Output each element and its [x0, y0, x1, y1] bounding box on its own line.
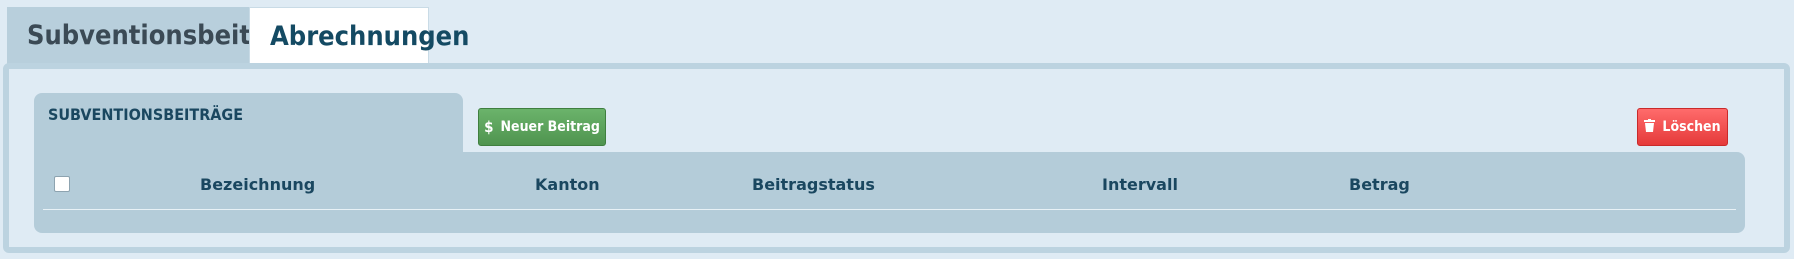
- column-header-beitragstatus[interactable]: Beitragstatus: [752, 175, 875, 194]
- tab-subventionsbeitraege[interactable]: Subventionsbeiträge: [7, 7, 313, 64]
- trash-icon: [1644, 118, 1656, 136]
- section-title: SUBVENTIONSBEITRÄGE: [48, 105, 244, 124]
- column-header-intervall[interactable]: Intervall: [1102, 175, 1178, 194]
- section-header: SUBVENTIONSBEITRÄGE: [34, 93, 463, 157]
- new-contribution-button[interactable]: $ Neuer Beitrag: [478, 108, 606, 146]
- tab-abrechnungen[interactable]: Abrechnungen: [249, 7, 469, 64]
- content-panel: SUBVENTIONSBEITRÄGE $ Neuer Beitrag Lösc…: [3, 63, 1790, 253]
- select-all-checkbox[interactable]: [54, 176, 70, 192]
- delete-label: Löschen: [1662, 119, 1721, 135]
- delete-button[interactable]: Löschen: [1637, 108, 1728, 146]
- column-header-kanton[interactable]: Kanton: [535, 175, 600, 194]
- column-header-betrag[interactable]: Betrag: [1349, 175, 1410, 194]
- table-header-divider: [43, 209, 1736, 210]
- new-contribution-label: Neuer Beitrag: [500, 119, 600, 135]
- column-header-bezeichnung[interactable]: Bezeichnung: [200, 175, 315, 194]
- dollar-icon: $: [484, 118, 494, 136]
- contributions-table: Bezeichnung Kanton Beitragstatus Interva…: [34, 152, 1745, 233]
